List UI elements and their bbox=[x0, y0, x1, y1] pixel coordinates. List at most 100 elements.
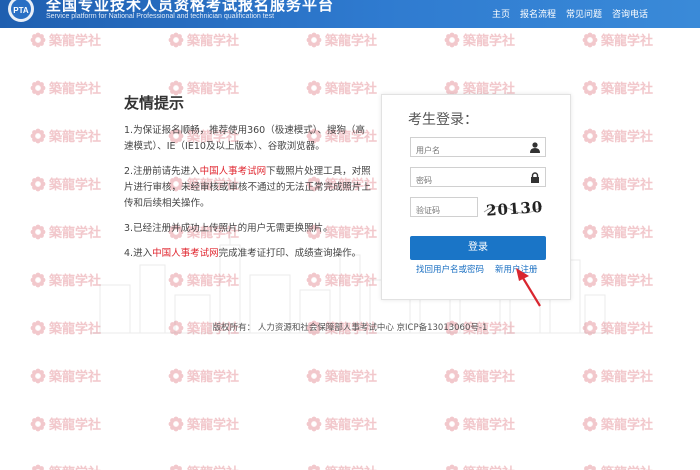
watermark: 築龍学社 bbox=[444, 414, 515, 433]
watermark: 築龍学社 bbox=[168, 366, 239, 385]
watermark-flower-icon bbox=[445, 464, 459, 470]
watermark-text: 築龍学社 bbox=[49, 462, 101, 470]
watermark-flower-icon bbox=[306, 416, 322, 431]
watermark: 築龍学社 bbox=[30, 126, 101, 145]
watermark: 築龍学社 bbox=[306, 30, 377, 49]
watermark: 築龍学社 bbox=[30, 462, 101, 470]
watermark-flower-icon bbox=[444, 416, 460, 431]
forgot-password-link[interactable]: 找回用户名或密码 bbox=[416, 263, 484, 275]
nav-contact[interactable]: 咨询电话 bbox=[612, 7, 648, 20]
cpta-link[interactable]: 中国人事考试网 bbox=[200, 166, 267, 177]
password-field bbox=[410, 167, 546, 190]
watermark-text: 築龍学社 bbox=[325, 418, 378, 433]
watermark-text: 築龍学社 bbox=[187, 462, 239, 470]
watermark-text: 築龍学社 bbox=[601, 370, 654, 385]
nav-home[interactable]: 主页 bbox=[492, 7, 510, 20]
footer-copyright: 版权所有： 人力资源和社会保障部人事考试中心 京ICP备13013060号-1 bbox=[212, 323, 488, 333]
watermark-flower-icon bbox=[30, 272, 46, 287]
watermark: 築龍学社 bbox=[582, 30, 653, 49]
captcha-image[interactable]: 20130 bbox=[482, 196, 544, 220]
watermark-text: 築龍学社 bbox=[463, 462, 515, 470]
watermark-text: 築龍学社 bbox=[463, 34, 516, 49]
site-subtitle: Service platform for National Profession… bbox=[46, 13, 275, 20]
watermark-flower-icon bbox=[306, 368, 322, 383]
watermark-text: 築龍学社 bbox=[601, 82, 654, 97]
watermark-flower-icon bbox=[582, 416, 598, 431]
watermark: 築龍学社 bbox=[306, 414, 377, 433]
tip-item-3: 3.已经注册并成功上传照片的用户无需更换照片。 bbox=[124, 221, 374, 237]
top-header: PTA 全国专业技术人员资格考试报名服务平台 Service platform … bbox=[0, 0, 700, 28]
nav-faq[interactable]: 常见问题 bbox=[566, 7, 602, 20]
tips-title: 友情提示 bbox=[124, 94, 185, 112]
watermark-flower-icon bbox=[444, 32, 460, 47]
nav-registration-process[interactable]: 报名流程 bbox=[520, 7, 556, 20]
watermark-flower-icon bbox=[30, 32, 46, 47]
watermark: 築龍学社 bbox=[444, 30, 515, 49]
watermark-flower-icon bbox=[30, 416, 46, 431]
tip-item-2: 2.注册前请先进入中国人事考试网下载照片处理工具，对照片进行审核，未经审核或审核… bbox=[124, 164, 374, 212]
watermark: 築龍学社 bbox=[30, 78, 101, 97]
tip-text: 2.注册前请先进入 bbox=[124, 166, 200, 177]
watermark-text: 築龍学社 bbox=[187, 418, 240, 433]
watermark-flower-icon bbox=[30, 176, 46, 191]
watermark-text: 築龍学社 bbox=[49, 82, 102, 97]
watermark: 築龍学社 bbox=[582, 174, 653, 193]
watermark-text: 築龍学社 bbox=[601, 178, 654, 193]
watermark-text: 築龍学社 bbox=[601, 34, 654, 49]
watermark: 築龍学社 bbox=[582, 126, 653, 145]
watermark: 築龍学社 bbox=[582, 462, 653, 470]
watermark-flower-icon bbox=[30, 368, 46, 383]
watermark-flower-icon bbox=[582, 128, 598, 143]
watermark-flower-icon bbox=[168, 368, 184, 383]
watermark-text: 築龍学社 bbox=[601, 462, 653, 470]
watermark: 築龍学社 bbox=[168, 414, 239, 433]
watermark-flower-icon bbox=[31, 464, 45, 470]
watermark-text: 築龍学社 bbox=[325, 370, 378, 385]
watermark: 築龍学社 bbox=[582, 78, 653, 97]
top-nav: 主页 报名流程 常见问题 咨询电话 bbox=[492, 7, 648, 20]
logo-text: PTA bbox=[13, 6, 29, 15]
watermark: 築龍学社 bbox=[582, 414, 653, 433]
watermark-text: 築龍学社 bbox=[601, 130, 654, 145]
watermark-flower-icon bbox=[168, 416, 184, 431]
watermark-flower-icon bbox=[306, 32, 322, 47]
watermark: 築龍学社 bbox=[30, 30, 101, 49]
watermark: 築龍学社 bbox=[30, 414, 101, 433]
watermark-text: 築龍学社 bbox=[463, 418, 516, 433]
pta-logo-icon[interactable]: PTA bbox=[6, 0, 36, 24]
watermark-text: 築龍学社 bbox=[49, 178, 102, 193]
watermark-text: 築龍学社 bbox=[187, 34, 240, 49]
watermark-text: 築龍学社 bbox=[601, 418, 654, 433]
watermark-flower-icon bbox=[582, 368, 598, 383]
watermark-text: 築龍学社 bbox=[49, 418, 102, 433]
watermark: 築龍学社 bbox=[306, 366, 377, 385]
watermark: 築龍学社 bbox=[168, 30, 239, 49]
username-field bbox=[410, 137, 546, 160]
watermark: 築龍学社 bbox=[30, 174, 101, 193]
watermark-text: 築龍学社 bbox=[463, 370, 516, 385]
watermark-flower-icon bbox=[30, 128, 46, 143]
username-input[interactable] bbox=[411, 141, 521, 160]
tip-item-4: 4.进入中国人事考试网完成准考证打印、成绩查询操作。 bbox=[124, 246, 374, 262]
watermark-flower-icon bbox=[582, 176, 598, 191]
watermark-flower-icon bbox=[444, 368, 460, 383]
watermark-flower-icon bbox=[583, 464, 597, 470]
watermark-text: 築龍学社 bbox=[49, 34, 102, 49]
watermark-text: 築龍学社 bbox=[187, 370, 240, 385]
lock-icon bbox=[531, 172, 539, 183]
cpta-link[interactable]: 中国人事考试网 bbox=[152, 248, 219, 259]
watermark-text: 築龍学社 bbox=[325, 462, 377, 470]
login-button[interactable]: 登录 bbox=[410, 236, 546, 260]
tip-text: 完成准考证打印、成绩查询操作。 bbox=[218, 248, 362, 259]
watermark-flower-icon bbox=[582, 32, 598, 47]
watermark: 築龍学社 bbox=[582, 366, 653, 385]
watermark: 築龍学社 bbox=[444, 366, 515, 385]
captcha-text: 20130 bbox=[486, 198, 544, 220]
watermark-flower-icon bbox=[582, 80, 598, 95]
captcha-input[interactable] bbox=[411, 201, 471, 220]
user-icon bbox=[530, 142, 540, 153]
watermark: 築龍学社 bbox=[306, 462, 377, 470]
password-input[interactable] bbox=[411, 171, 521, 190]
tip-item-1: 1.为保证报名顺畅，推荐使用360（极速模式）、搜狗（高速模式）、IE（IE10… bbox=[124, 123, 374, 155]
watermark: 築龍学社 bbox=[168, 462, 239, 470]
